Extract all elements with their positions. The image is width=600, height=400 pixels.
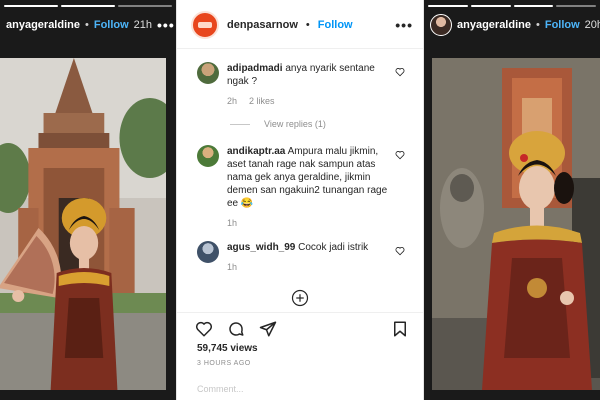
separator-dot: • <box>535 19 540 31</box>
story-time: 21h <box>133 19 153 31</box>
view-replies-label[interactable]: View replies (1) <box>264 119 326 129</box>
comment-icon[interactable] <box>227 320 245 338</box>
story-progress-bars <box>4 5 172 7</box>
commenter-avatar[interactable] <box>197 62 219 84</box>
commenter-avatar[interactable] <box>197 145 219 167</box>
left-story-header: anyageraldine • Follow 21h ••• <box>6 12 174 38</box>
story-username[interactable]: anyageraldine <box>457 19 531 31</box>
comment-username[interactable]: agus_widh_99 <box>227 242 295 253</box>
post-username[interactable]: denpasarnow <box>227 19 298 31</box>
story-photo-temple-dancer <box>0 58 166 390</box>
actions-divider <box>177 312 423 313</box>
story-photo-balinese-dancer <box>432 58 600 390</box>
header-divider <box>177 48 423 49</box>
share-icon[interactable] <box>259 320 277 338</box>
post-header: denpasarnow • Follow ••• <box>191 8 413 42</box>
story-progress-bars <box>428 5 596 7</box>
replies-line <box>230 123 250 125</box>
view-replies-toggle[interactable]: View replies (1) <box>230 119 326 129</box>
like-comment-heart-icon[interactable] <box>395 67 405 77</box>
right-story-panel[interactable]: anyageraldine • Follow 20h <box>424 0 600 400</box>
heart-icon[interactable] <box>195 320 213 338</box>
like-comment-heart-icon[interactable] <box>395 246 405 256</box>
like-comment-heart-icon[interactable] <box>395 150 405 160</box>
left-story-panel[interactable]: anyageraldine • Follow 21h ••• <box>0 0 176 400</box>
right-story-header: anyageraldine • Follow 20h <box>430 12 600 38</box>
post-actions-bar <box>195 318 409 340</box>
bookmark-icon[interactable] <box>391 320 409 338</box>
commenter-avatar[interactable] <box>197 241 219 263</box>
follow-button[interactable]: Follow <box>545 19 580 31</box>
separator-dot: • <box>84 19 89 31</box>
comment-item: adipadmadi anya nyarik sentane ngak ? 2h… <box>197 62 405 108</box>
follow-button[interactable]: Follow <box>94 19 129 31</box>
more-options-icon[interactable]: ••• <box>157 17 175 33</box>
denpasarnow-logo-avatar[interactable] <box>191 11 219 39</box>
story-time: 20h <box>584 19 600 31</box>
comment-username[interactable]: andikaptr.aa <box>227 146 285 157</box>
add-comment-input[interactable]: Comment... <box>197 384 405 394</box>
post-timestamp: 3 HOURS AGO <box>197 360 251 367</box>
comment-item: agus_widh_99 Cocok jadi istrik 1h <box>197 241 405 274</box>
comment-time: 1h <box>227 218 238 228</box>
post-comments-panel: denpasarnow • Follow ••• adipadmadi anya… <box>176 0 424 400</box>
story-username[interactable]: anyageraldine <box>6 19 80 31</box>
story-avatar[interactable] <box>430 14 452 36</box>
comment-item: andikaptr.aa Ampura malu jikmin, aset ta… <box>197 145 405 230</box>
more-options-icon[interactable]: ••• <box>395 17 413 33</box>
views-count[interactable]: 59,745 views <box>197 343 258 354</box>
comment-time: 1h <box>227 262 238 272</box>
comment-time: 2h <box>227 96 238 106</box>
follow-button[interactable]: Follow <box>318 19 353 31</box>
comment-username[interactable]: adipadmadi <box>227 63 283 74</box>
comment-likes[interactable]: 2 likes <box>249 95 275 108</box>
plus-circle-icon[interactable] <box>291 289 309 307</box>
separator-dot: • <box>305 19 310 31</box>
comment-text: Cocok jadi istrik <box>298 242 369 253</box>
